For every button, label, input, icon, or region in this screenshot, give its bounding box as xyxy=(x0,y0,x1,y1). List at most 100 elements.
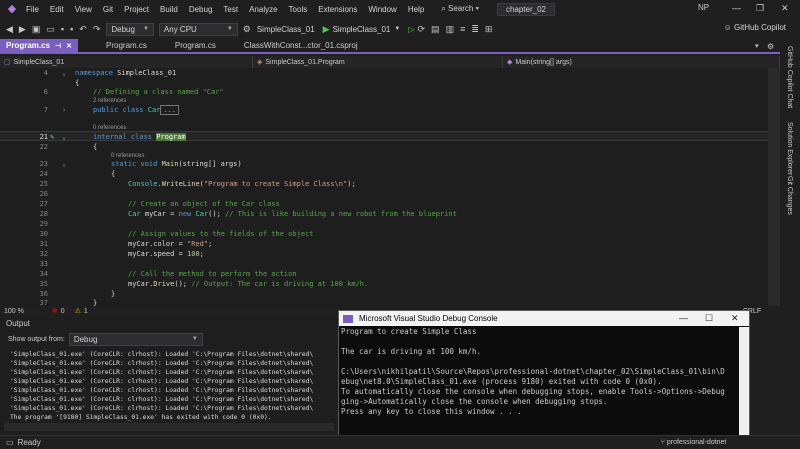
maximize-icon[interactable]: ❐ xyxy=(756,3,764,14)
hot-reload-icon[interactable]: ⟳ xyxy=(418,24,426,35)
menu-edit[interactable]: Edit xyxy=(50,5,64,14)
menu-analyze[interactable]: Analyze xyxy=(249,5,277,14)
minimize-icon[interactable]: — xyxy=(732,3,741,13)
platform-dropdown[interactable]: Any CPU ▼ xyxy=(158,22,238,36)
toolbar-icon[interactable]: ≣ xyxy=(471,24,479,35)
chevron-down-icon[interactable]: ▼ xyxy=(394,26,400,32)
undo-icon[interactable]: ↶ xyxy=(79,24,87,35)
start-without-debugging-icon[interactable]: ▷ xyxy=(408,25,414,34)
console-minimize-icon[interactable]: — xyxy=(679,313,688,323)
project-dropdown[interactable]: ▢ SimpleClass_01 xyxy=(0,56,253,68)
document-tabs: Program.cs ⊣ ✕ Program.cs Program.cs Class… xyxy=(0,39,780,54)
code-line: 33 xyxy=(39,260,48,268)
menu-tools[interactable]: Tools xyxy=(289,5,308,14)
console-scrollbar[interactable] xyxy=(739,327,749,441)
collapse-icon[interactable]: ⌄ xyxy=(62,68,66,78)
editor-scrollbar[interactable] xyxy=(768,68,780,306)
error-count[interactable]: 0 xyxy=(61,308,65,315)
output-title: Output xyxy=(6,319,31,328)
code-editor[interactable]: 4 ⌄ namespace SimpleClass_01 { 6 // Defi… xyxy=(0,68,780,306)
open-icon[interactable]: ▭ xyxy=(46,24,55,35)
save-all-icon[interactable]: ▪ xyxy=(70,24,73,34)
collapsed-region[interactable]: ... xyxy=(160,105,180,115)
code-line: 22 { xyxy=(39,143,98,151)
navigation-bar: ▢ SimpleClass_01 ◈ SimpleClass_01.Program … xyxy=(0,56,780,68)
type-dropdown[interactable]: ◈ SimpleClass_01.Program xyxy=(253,56,503,68)
menu-test[interactable]: Test xyxy=(223,5,238,14)
git-changes-tab[interactable]: Git Changes xyxy=(786,176,793,215)
close-icon[interactable]: ✕ xyxy=(781,3,789,14)
collapse-icon[interactable]: ⌄ xyxy=(62,159,66,169)
collapse-icon[interactable]: ⌄ xyxy=(62,132,66,142)
toolbar-icon[interactable]: ⊞ xyxy=(485,24,493,35)
code-line: 23 ⌄ static void Main(string[] args) xyxy=(39,159,242,169)
tab-program-cs-active[interactable]: Program.cs ⊣ ✕ xyxy=(0,39,79,52)
code-line-current: 21 ✎ ⌄ internal class Program xyxy=(0,131,780,141)
menu-view[interactable]: View xyxy=(75,5,92,14)
output-line: 'SimpleClass_01.exe' (CoreCLR: clrhost):… xyxy=(10,396,314,403)
code-line: 35 myCar.Drive(); // Output: The car is … xyxy=(39,280,369,288)
console-maximize-icon[interactable]: ☐ xyxy=(705,313,713,324)
settings-icon[interactable]: ⚙ xyxy=(767,42,774,51)
solution-explorer-tab[interactable]: Solution Explorer xyxy=(786,122,793,175)
code-line: 29 xyxy=(39,220,48,228)
menu-debug[interactable]: Debug xyxy=(189,5,213,14)
pin-icon[interactable]: ⊣ xyxy=(55,42,61,50)
codelens-references[interactable]: 2 references xyxy=(93,98,126,104)
code-line: 37 } xyxy=(39,299,98,306)
toolbar-icon[interactable]: ▥ xyxy=(446,24,455,35)
console-title-bar[interactable]: Microsoft Visual Studio Debug Console — … xyxy=(339,311,749,326)
right-tool-strip: GitHub Copilot Chat Solution Explorer Gi… xyxy=(780,40,800,435)
run-icon[interactable]: ▶ xyxy=(323,24,330,35)
chevron-down-icon: ▼ xyxy=(142,26,149,32)
menu-window[interactable]: Window xyxy=(368,5,396,14)
csharp-icon: ▢ xyxy=(4,59,11,66)
visual-studio-logo-icon: ◆ xyxy=(7,3,17,15)
menu-extensions[interactable]: Extensions xyxy=(318,5,357,14)
tab-overflow-icon[interactable]: ▾ xyxy=(755,42,759,50)
output-source-dropdown[interactable]: Debug ▼ xyxy=(68,332,203,346)
avatar[interactable]: NP xyxy=(698,3,712,15)
code-line: 7 › public class Car... xyxy=(0,105,780,115)
console-output: Program to create Simple Class The car is… xyxy=(341,327,725,416)
menu-project[interactable]: Project xyxy=(124,5,149,14)
menu-file[interactable]: File xyxy=(26,5,39,14)
menu-help[interactable]: Help xyxy=(408,5,424,14)
edit-icon[interactable]: ✎ xyxy=(50,132,54,142)
code-line: 4 ⌄ namespace SimpleClass_01 xyxy=(43,68,177,78)
github-copilot-chat-tab[interactable]: GitHub Copilot Chat xyxy=(786,46,793,108)
zoom-level[interactable]: 100 % xyxy=(4,308,24,315)
error-icon: ⊗ xyxy=(51,308,58,315)
menu-build[interactable]: Build xyxy=(160,5,178,14)
back-icon[interactable]: ◀ xyxy=(6,24,13,35)
github-copilot-button[interactable]: ☺ GitHub Copilot xyxy=(724,23,786,32)
status-bar: ▭ Ready ⑂ professional-dotnet xyxy=(0,435,800,449)
tab-program-cs-2[interactable]: Program.cs xyxy=(100,39,153,52)
configuration-dropdown[interactable]: Debug ▼ xyxy=(106,22,154,36)
code-line: 24 { xyxy=(39,170,116,178)
code-line: 31 myCar.color = "Red"; xyxy=(39,240,213,248)
toolbar-icon[interactable]: ▤ xyxy=(431,24,440,35)
new-project-icon[interactable]: ▣ xyxy=(32,24,41,35)
startup-project-dropdown[interactable]: SimpleClass_01 xyxy=(257,25,315,34)
output-line: 'SimpleClass_01.exe' (CoreCLR: clrhost):… xyxy=(10,369,314,376)
output-horizontal-scrollbar[interactable] xyxy=(4,423,334,431)
tab-csproj[interactable]: ClassWithConst...ctor_01.csproj xyxy=(238,39,364,52)
member-dropdown[interactable]: ◆ Main(string[] args) xyxy=(503,56,780,68)
search-box[interactable]: ⌕ Search ▾ xyxy=(441,4,479,14)
toolbar-icon[interactable]: ≡ xyxy=(460,24,465,34)
close-tab-icon[interactable]: ✕ xyxy=(66,42,72,50)
git-branch[interactable]: ⑂ professional-dotnet xyxy=(661,439,727,446)
forward-icon[interactable]: ▶ xyxy=(19,24,26,35)
warning-count[interactable]: 1 xyxy=(84,308,88,315)
tab-program-cs-3[interactable]: Program.cs xyxy=(169,39,222,52)
code-line: 27 // Create an object of the Car class xyxy=(39,200,280,208)
save-icon[interactable]: ▪ xyxy=(61,24,64,34)
expand-icon[interactable]: › xyxy=(62,105,66,115)
debug-console-window[interactable]: Microsoft Visual Studio Debug Console — … xyxy=(338,310,750,442)
console-app-icon xyxy=(343,314,353,323)
run-button[interactable]: SimpleClass_01 xyxy=(333,25,391,34)
menu-git[interactable]: Git xyxy=(103,5,113,14)
console-close-icon[interactable]: ✕ xyxy=(731,313,739,324)
redo-icon[interactable]: ↷ xyxy=(93,24,101,35)
